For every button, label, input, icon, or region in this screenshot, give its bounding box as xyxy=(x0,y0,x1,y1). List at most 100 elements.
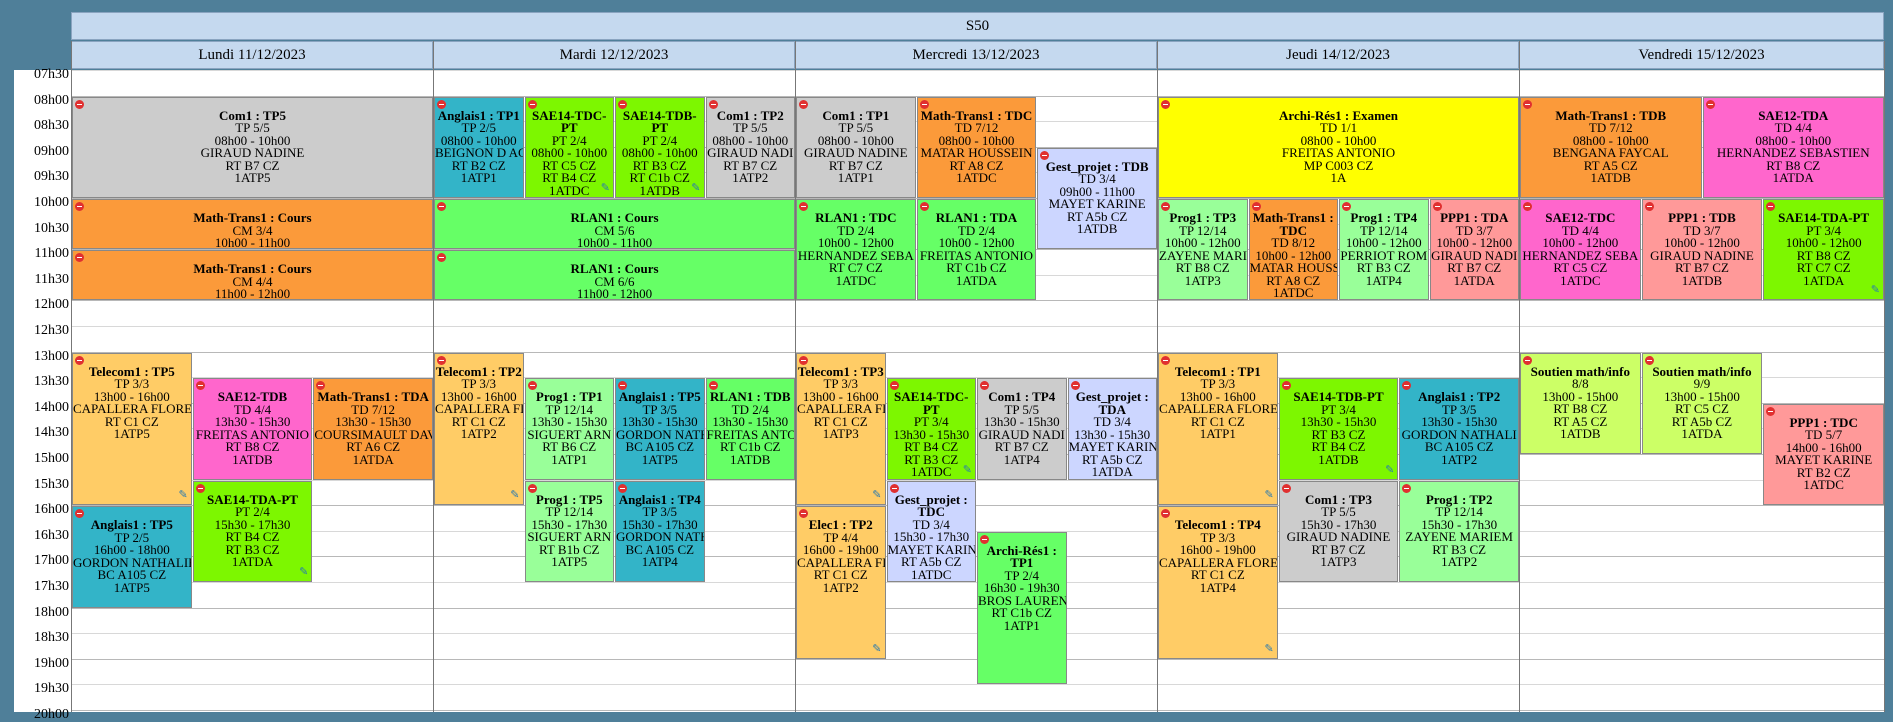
note-icon[interactable]: ✎ xyxy=(299,566,308,578)
remove-icon[interactable] xyxy=(1251,202,1261,211)
remove-icon[interactable] xyxy=(618,483,627,493)
note-icon[interactable]: ✎ xyxy=(963,464,972,476)
remove-icon[interactable] xyxy=(889,381,899,391)
remove-icon[interactable] xyxy=(1402,483,1412,493)
event-block[interactable]: Com1 : TP1 TP 5/5 08h00 - 10h00 GIRAUD NADI… xyxy=(796,96,916,198)
day-header-thursday[interactable]: Jeudi 14/12/2023 xyxy=(1157,41,1519,69)
remove-icon[interactable] xyxy=(437,355,446,365)
remove-icon[interactable] xyxy=(1070,381,1080,391)
event-block[interactable]: Prog1 : TP1 TP 12/14 13h30 - 15h30 SIGUERT … xyxy=(524,378,614,480)
remove-icon[interactable] xyxy=(1161,99,1170,109)
event-block[interactable]: Archi-Rés1 : TP1 TP 2/4 16h30 - 19h30 BROS … xyxy=(977,531,1067,685)
event-block[interactable]: Anglais1 : TP5 TP 3/5 13h30 - 15h30 GORDON … xyxy=(615,378,705,480)
event-block[interactable]: Com1 : TP2 TP 5/5 08h00 - 10h00 GIRAUD NADI… xyxy=(705,96,795,198)
remove-icon[interactable] xyxy=(195,381,205,391)
event-block[interactable]: Com1 : TP3 TP 5/5 15h30 - 17h30 GIRAUD NADI… xyxy=(1278,480,1399,582)
event-block[interactable]: Math-Trans1 : CoursCM 3/410h00 - 11h00CO… xyxy=(72,199,433,250)
event-block[interactable]: Soutien math/info 8/8 13h00 - 15h00 RT B8 C… xyxy=(1520,352,1641,454)
remove-icon[interactable] xyxy=(527,99,537,109)
note-icon[interactable]: ✎ xyxy=(1385,464,1394,476)
remove-icon[interactable] xyxy=(1281,381,1291,391)
note-icon[interactable]: ✎ xyxy=(1264,490,1273,501)
note-icon[interactable]: ✎ xyxy=(601,182,610,194)
event-block[interactable]: Math-Trans1 : CoursCM 4/411h00 - 12h00CO… xyxy=(72,250,433,301)
event-block[interactable]: RLAN1 : CoursCM 6/611h00 - 12h00FREITAS … xyxy=(434,250,795,301)
event-block[interactable]: Com1 : TP5 TP 5/5 08h00 - 10h00 GIRAUD NADI… xyxy=(72,96,433,198)
remove-icon[interactable] xyxy=(527,483,537,493)
remove-icon[interactable] xyxy=(75,355,84,365)
remove-icon[interactable] xyxy=(437,99,446,109)
event-block[interactable]: Telecom1 : TP4 TP 3/3 16h00 - 19h00 CAPALLE… xyxy=(1158,506,1278,659)
event-block[interactable]: SAE12-TDA TD 4/4 08h00 - 10h00 HERNANDEZ SE… xyxy=(1702,96,1884,198)
remove-icon[interactable] xyxy=(1644,355,1654,365)
event-block[interactable]: PPP1 : TDA TD 3/7 10h00 - 12h00 GIRAUD NADI… xyxy=(1429,199,1519,301)
event-block[interactable]: Gest_projet : TDA TD 3/4 13h30 - 15h30 MAYE… xyxy=(1067,378,1157,480)
remove-icon[interactable] xyxy=(437,253,446,263)
event-block[interactable]: Elec1 : TP2 TP 4/4 16h00 - 19h00 CAPALLERA … xyxy=(796,506,886,659)
note-icon[interactable]: ✎ xyxy=(872,490,881,501)
remove-icon[interactable] xyxy=(1281,483,1291,493)
event-block[interactable]: PPP1 : TDC TD 5/7 14h00 - 16h00 MAYET KARIN… xyxy=(1763,403,1884,506)
remove-icon[interactable] xyxy=(437,202,446,211)
remove-icon[interactable] xyxy=(618,99,627,109)
event-block[interactable]: Math-Trans1 : TDC TD 7/12 08h00 - 10h00 MAT… xyxy=(916,96,1037,198)
event-block[interactable]: Soutien math/info 9/9 13h00 - 15h00 RT C5 C… xyxy=(1641,352,1763,454)
remove-icon[interactable] xyxy=(1342,202,1351,211)
remove-icon[interactable] xyxy=(708,99,718,109)
event-block[interactable]: PPP1 : TDB TD 3/7 10h00 - 12h00 GIRAUD NADI… xyxy=(1641,199,1763,301)
event-block[interactable]: Prog1 : TP4 TP 12/14 10h00 - 12h00 PERRIOT … xyxy=(1339,199,1429,301)
remove-icon[interactable] xyxy=(919,202,929,211)
remove-icon[interactable] xyxy=(708,381,718,391)
event-block[interactable]: Math-Trans1 : TDB TD 7/12 08h00 - 10h00 BEN… xyxy=(1520,96,1702,198)
remove-icon[interactable] xyxy=(1766,406,1776,416)
event-block[interactable]: Prog1 : TP2 TP 12/14 15h30 - 17h30 ZAYENE M… xyxy=(1399,480,1519,582)
event-block[interactable]: Gest_projet : TDB TD 3/4 09h00 - 11h00 MAYE… xyxy=(1037,147,1157,250)
event-block[interactable]: Com1 : TP4 TP 5/5 13h30 - 15h30 GIRAUD NADI… xyxy=(977,378,1067,480)
event-block[interactable]: Telecom1 : TP5 TP 3/3 13h00 - 16h00 CAPALLE… xyxy=(72,352,192,506)
day-header-tuesday[interactable]: Mardi 12/12/2023 xyxy=(433,41,795,69)
remove-icon[interactable] xyxy=(1432,202,1442,211)
remove-icon[interactable] xyxy=(75,99,84,109)
event-block[interactable]: SAE14-TDB-PT PT 3/4 13h30 - 15h30 RT B3 CZ R… xyxy=(1278,378,1399,480)
event-block[interactable]: Telecom1 : TP1 TP 3/3 13h00 - 16h00 CAPALLE… xyxy=(1158,352,1278,506)
remove-icon[interactable] xyxy=(75,509,84,519)
remove-icon[interactable] xyxy=(1402,381,1412,391)
event-block[interactable]: SAE14-TDB-PT PT 2/4 08h00 - 10h00 RT B3 CZ R… xyxy=(615,96,705,198)
event-block[interactable]: SAE12-TDC TD 4/4 10h00 - 12h00 HERNANDEZ SE… xyxy=(1520,199,1641,301)
event-block[interactable]: SAE14-TDC-PT PT 2/4 08h00 - 10h00 RT C5 CZ R… xyxy=(524,96,614,198)
remove-icon[interactable] xyxy=(889,483,899,493)
remove-icon[interactable] xyxy=(919,99,929,109)
remove-icon[interactable] xyxy=(1644,202,1654,211)
event-block[interactable]: Anglais1 : TP5 TP 2/5 16h00 - 18h00 GORDON … xyxy=(72,506,192,608)
remove-icon[interactable] xyxy=(799,202,808,211)
remove-icon[interactable] xyxy=(195,483,205,493)
remove-icon[interactable] xyxy=(799,355,808,365)
event-block[interactable]: Gest_projet : TDC TD 3/4 15h30 - 17h30 MAYE… xyxy=(886,480,976,582)
event-block[interactable]: Anglais1 : TP2 TP 3/5 13h30 - 15h30 GORDON … xyxy=(1399,378,1519,480)
event-block[interactable]: Archi-Rés1 : Examen TD 1/1 08h00 - 10h00 FR… xyxy=(1158,96,1519,198)
remove-icon[interactable] xyxy=(75,253,84,263)
event-block[interactable]: Telecom1 : TP3 TP 3/3 13h00 - 16h00 CAPALLE… xyxy=(796,352,886,506)
remove-icon[interactable] xyxy=(799,99,808,109)
day-header-friday[interactable]: Vendredi 15/12/2023 xyxy=(1519,41,1884,69)
week-header[interactable]: S50 xyxy=(71,12,1884,40)
note-icon[interactable]: ✎ xyxy=(691,182,700,194)
remove-icon[interactable] xyxy=(799,509,808,519)
event-block[interactable]: Anglais1 : TP1 TP 2/5 08h00 - 10h00 BEIGNON… xyxy=(434,96,524,198)
event-block[interactable]: Math-Trans1 : TDA TD 7/12 13h30 - 15h30 COU… xyxy=(313,378,433,480)
event-block[interactable]: SAE14-TDC-PT PT 3/4 13h30 - 15h30 RT B4 CZ R… xyxy=(886,378,976,480)
event-block[interactable]: Prog1 : TP3 TP 12/14 10h00 - 12h00 ZAYENE M… xyxy=(1158,199,1248,301)
event-block[interactable]: Telecom1 : TP2 TP 3/3 13h00 - 16h00 CAPALLE… xyxy=(434,352,524,506)
remove-icon[interactable] xyxy=(1523,355,1532,365)
day-header-monday[interactable]: Lundi 11/12/2023 xyxy=(71,41,433,69)
remove-icon[interactable] xyxy=(980,534,989,544)
event-block[interactable]: RLAN1 : TDB TD 2/4 13h30 - 15h30 FREITAS AN… xyxy=(705,378,795,480)
day-header-wednesday[interactable]: Mercredi 13/12/2023 xyxy=(795,41,1157,69)
event-block[interactable]: RLAN1 : TDC TD 2/4 10h00 - 12h00 HERNANDEZ … xyxy=(796,199,916,301)
event-block[interactable]: Prog1 : TP5 TP 12/14 15h30 - 17h30 SIGUERT … xyxy=(524,480,614,582)
remove-icon[interactable] xyxy=(75,202,84,211)
note-icon[interactable]: ✎ xyxy=(1871,285,1880,296)
note-icon[interactable]: ✎ xyxy=(510,490,519,501)
note-icon[interactable]: ✎ xyxy=(872,643,881,655)
note-icon[interactable]: ✎ xyxy=(178,490,187,501)
